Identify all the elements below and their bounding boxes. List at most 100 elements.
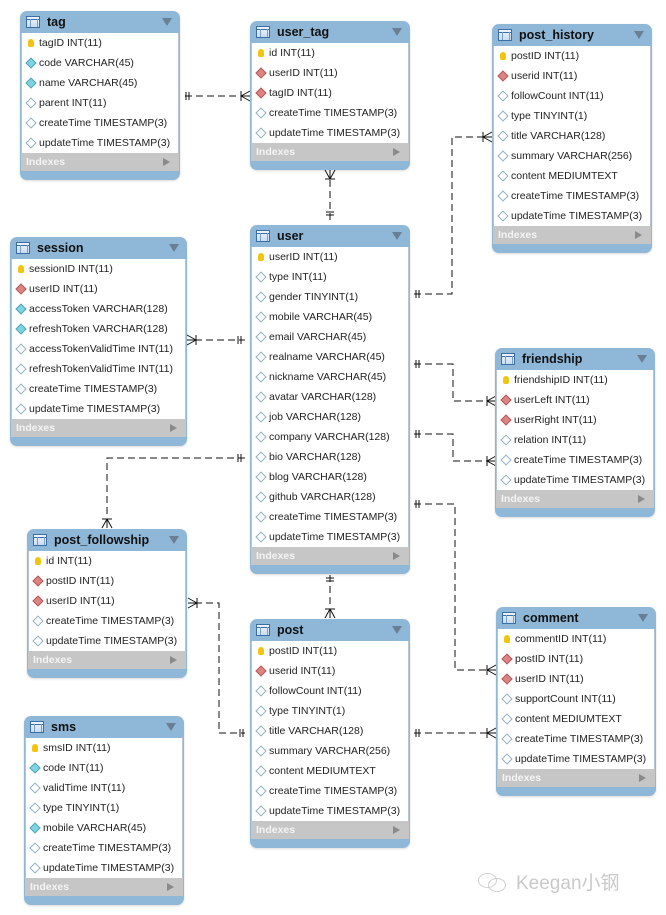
indexes-section[interactable]: Indexes	[11, 419, 186, 437]
column-row[interactable]: mobile VARCHAR(45)	[252, 307, 408, 327]
indexes-section[interactable]: Indexes	[496, 490, 654, 508]
table-post[interactable]: post postID INT(11) userid INT(11) followCo…	[250, 619, 410, 848]
column-row[interactable]: tagID INT(11)	[22, 33, 178, 53]
expand-arrow-icon[interactable]	[635, 231, 642, 239]
column-row[interactable]: userID INT(11)	[29, 591, 185, 611]
column-row[interactable]: summary VARCHAR(256)	[252, 741, 408, 761]
column-row[interactable]: type TINYINT(1)	[494, 106, 650, 126]
column-row[interactable]: refreshTokenValidTime INT(11)	[12, 359, 185, 379]
column-row[interactable]: avatar VARCHAR(128)	[252, 387, 408, 407]
column-row[interactable]: userLeft INT(11)	[497, 390, 653, 410]
collapse-caret-icon[interactable]	[166, 723, 176, 731]
column-row[interactable]: updateTime TIMESTAMP(3)	[22, 133, 178, 153]
column-row[interactable]: updateTime TIMESTAMP(3)	[498, 749, 654, 769]
column-row[interactable]: postID INT(11)	[498, 649, 654, 669]
column-row[interactable]: userRight INT(11)	[497, 410, 653, 430]
column-row[interactable]: createTime TIMESTAMP(3)	[26, 838, 182, 858]
column-row[interactable]: title VARCHAR(128)	[252, 721, 408, 741]
column-row[interactable]: mobile VARCHAR(45)	[26, 818, 182, 838]
table-header[interactable]: post	[250, 619, 410, 641]
table-header[interactable]: tag	[20, 11, 180, 33]
column-row[interactable]: tagID INT(11)	[252, 83, 408, 103]
indexes-section[interactable]: Indexes	[251, 821, 409, 839]
table-header[interactable]: comment	[496, 607, 656, 629]
table-user[interactable]: user userID INT(11) type INT(11) gender TIN…	[250, 225, 410, 574]
column-row[interactable]: updateTime TIMESTAMP(3)	[252, 527, 408, 547]
collapse-caret-icon[interactable]	[392, 28, 402, 36]
column-row[interactable]: updateTime TIMESTAMP(3)	[12, 399, 185, 419]
column-row[interactable]: friendshipID INT(11)	[497, 370, 653, 390]
column-row[interactable]: followCount INT(11)	[494, 86, 650, 106]
expand-arrow-icon[interactable]	[638, 495, 645, 503]
column-row[interactable]: type INT(11)	[252, 267, 408, 287]
column-row[interactable]: postID INT(11)	[29, 571, 185, 591]
column-row[interactable]: realname VARCHAR(45)	[252, 347, 408, 367]
collapse-caret-icon[interactable]	[634, 31, 644, 39]
indexes-section[interactable]: Indexes	[28, 651, 186, 669]
column-row[interactable]: type TINYINT(1)	[252, 701, 408, 721]
column-row[interactable]: updateTime TIMESTAMP(3)	[494, 206, 650, 226]
column-row[interactable]: content MEDIUMTEXT	[498, 709, 654, 729]
column-row[interactable]: userID INT(11)	[12, 279, 185, 299]
collapse-caret-icon[interactable]	[162, 18, 172, 26]
expand-arrow-icon[interactable]	[393, 148, 400, 156]
column-row[interactable]: code INT(11)	[26, 758, 182, 778]
column-row[interactable]: updateTime TIMESTAMP(3)	[252, 801, 408, 821]
table-post-followship[interactable]: post_followship id INT(11) postID INT(11) u…	[27, 529, 187, 678]
collapse-caret-icon[interactable]	[637, 355, 647, 363]
column-row[interactable]: summary VARCHAR(256)	[494, 146, 650, 166]
indexes-section[interactable]: Indexes	[251, 547, 409, 565]
indexes-section[interactable]: Indexes	[493, 226, 651, 244]
column-row[interactable]: userid INT(11)	[252, 661, 408, 681]
column-row[interactable]: blog VARCHAR(128)	[252, 467, 408, 487]
column-row[interactable]: type TINYINT(1)	[26, 798, 182, 818]
table-comment[interactable]: comment commentID INT(11) postID INT(11) us…	[496, 607, 656, 796]
column-row[interactable]: updateTime TIMESTAMP(3)	[497, 470, 653, 490]
collapse-caret-icon[interactable]	[392, 232, 402, 240]
expand-arrow-icon[interactable]	[167, 883, 174, 891]
expand-arrow-icon[interactable]	[163, 158, 170, 166]
column-row[interactable]: job VARCHAR(128)	[252, 407, 408, 427]
table-sms[interactable]: sms smsID INT(11) code INT(11) validTime IN…	[24, 716, 184, 905]
column-row[interactable]: createTime TIMESTAMP(3)	[497, 450, 653, 470]
indexes-section[interactable]: Indexes	[25, 878, 183, 896]
column-row[interactable]: followCount INT(11)	[252, 681, 408, 701]
expand-arrow-icon[interactable]	[170, 424, 177, 432]
table-user-tag[interactable]: user_tag id INT(11) userID INT(11) tagID IN…	[250, 21, 410, 170]
column-row[interactable]: accessToken VARCHAR(128)	[12, 299, 185, 319]
table-header[interactable]: post_followship	[27, 529, 187, 551]
column-row[interactable]: createTime TIMESTAMP(3)	[12, 379, 185, 399]
column-row[interactable]: createTime TIMESTAMP(3)	[252, 507, 408, 527]
indexes-section[interactable]: Indexes	[21, 153, 179, 171]
column-row[interactable]: postID INT(11)	[494, 46, 650, 66]
table-header[interactable]: session	[10, 237, 187, 259]
collapse-caret-icon[interactable]	[169, 244, 179, 252]
column-row[interactable]: validTime INT(11)	[26, 778, 182, 798]
expand-arrow-icon[interactable]	[393, 826, 400, 834]
column-row[interactable]: sessionID INT(11)	[12, 259, 185, 279]
column-row[interactable]: updateTime TIMESTAMP(3)	[26, 858, 182, 878]
column-row[interactable]: github VARCHAR(128)	[252, 487, 408, 507]
column-row[interactable]: parent INT(11)	[22, 93, 178, 113]
column-row[interactable]: createTime TIMESTAMP(3)	[498, 729, 654, 749]
column-row[interactable]: userID INT(11)	[252, 247, 408, 267]
column-row[interactable]: company VARCHAR(128)	[252, 427, 408, 447]
column-row[interactable]: content MEDIUMTEXT	[252, 761, 408, 781]
column-row[interactable]: userID INT(11)	[252, 63, 408, 83]
table-friendship[interactable]: friendship friendshipID INT(11) userLeft I…	[495, 348, 655, 517]
indexes-section[interactable]: Indexes	[251, 143, 409, 161]
column-row[interactable]: createTime TIMESTAMP(3)	[252, 781, 408, 801]
table-header[interactable]: user_tag	[250, 21, 410, 43]
column-row[interactable]: relation INT(11)	[497, 430, 653, 450]
column-row[interactable]: createTime TIMESTAMP(3)	[29, 611, 185, 631]
collapse-caret-icon[interactable]	[169, 536, 179, 544]
column-row[interactable]: updateTime TIMESTAMP(3)	[29, 631, 185, 651]
collapse-caret-icon[interactable]	[638, 614, 648, 622]
expand-arrow-icon[interactable]	[393, 552, 400, 560]
table-tag[interactable]: tag tagID INT(11) code VARCHAR(45) name VAR…	[20, 11, 180, 180]
indexes-section[interactable]: Indexes	[497, 769, 655, 787]
expand-arrow-icon[interactable]	[170, 656, 177, 664]
column-row[interactable]: code VARCHAR(45)	[22, 53, 178, 73]
column-row[interactable]: userid INT(11)	[494, 66, 650, 86]
column-row[interactable]: commentID INT(11)	[498, 629, 654, 649]
